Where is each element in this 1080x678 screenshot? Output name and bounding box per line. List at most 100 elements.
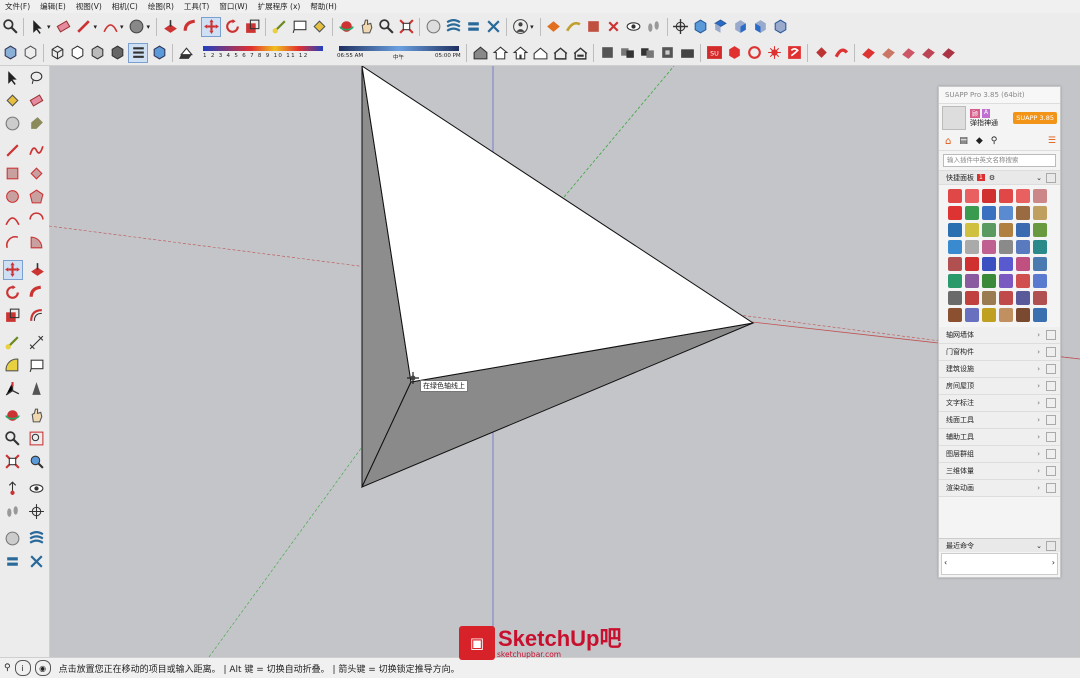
plugin-tool-icon[interactable] bbox=[965, 308, 979, 322]
paint-bucket-icon[interactable] bbox=[310, 18, 328, 36]
extension-icon[interactable] bbox=[879, 44, 897, 62]
styles-icon[interactable] bbox=[150, 44, 168, 62]
pencil-icon[interactable] bbox=[75, 18, 93, 36]
circle-icon[interactable] bbox=[3, 188, 21, 206]
extension-icon[interactable] bbox=[832, 44, 850, 62]
extension-icon[interactable] bbox=[725, 44, 743, 62]
component-icon[interactable] bbox=[658, 44, 676, 62]
view-front-icon[interactable] bbox=[732, 18, 750, 36]
list-icon[interactable]: ▤ bbox=[959, 136, 968, 146]
plugin-tool-icon[interactable] bbox=[965, 189, 979, 203]
tag-icon[interactable] bbox=[28, 115, 46, 133]
rectangle-icon[interactable] bbox=[3, 165, 21, 183]
plugin-tool-icon[interactable] bbox=[999, 189, 1013, 203]
select-arrow-icon[interactable] bbox=[28, 18, 46, 36]
plugin-tool-icon[interactable] bbox=[982, 257, 996, 271]
geo-location-icon[interactable]: ⚲ bbox=[4, 663, 11, 673]
paint-bucket-icon[interactable] bbox=[3, 92, 21, 110]
chevron-right-icon[interactable]: › bbox=[1052, 558, 1055, 567]
pan-icon[interactable] bbox=[357, 18, 375, 36]
rotated-rectangle-icon[interactable] bbox=[28, 165, 46, 183]
quick-panel-header[interactable]: 快捷面板 1 ⚙ ⌄ bbox=[939, 170, 1060, 185]
shadow-date-slider[interactable]: 1 2 3 4 5 6 7 8 9 10 11 12 bbox=[199, 42, 327, 64]
shadows-icon[interactable] bbox=[177, 44, 195, 62]
chevron-down-icon[interactable]: ⌄ bbox=[1036, 174, 1042, 182]
plugin-tool-icon[interactable] bbox=[948, 291, 962, 305]
plugin-tool-icon[interactable] bbox=[999, 291, 1013, 305]
lasso-icon[interactable] bbox=[28, 69, 46, 87]
circle-icon[interactable] bbox=[128, 18, 146, 36]
plugin-tool-icon[interactable] bbox=[1033, 189, 1047, 203]
menu-view[interactable]: 视图(V) bbox=[71, 0, 107, 13]
shaded-textures-icon[interactable] bbox=[108, 44, 126, 62]
eraser-icon[interactable] bbox=[28, 92, 46, 110]
category-render-animation[interactable]: 渲染动画 › bbox=[939, 480, 1060, 497]
paint-icon[interactable]: ◆ bbox=[976, 136, 983, 146]
plugin-tool-icon[interactable] bbox=[1033, 308, 1047, 322]
zoom-window-icon[interactable] bbox=[28, 430, 46, 448]
view-iso-icon[interactable] bbox=[692, 18, 710, 36]
plugin-tool-icon[interactable] bbox=[1033, 206, 1047, 220]
extension-icon[interactable] bbox=[859, 44, 877, 62]
category-3d-volume[interactable]: 三维体量 › bbox=[939, 463, 1060, 480]
plugin-tool-icon[interactable] bbox=[1016, 308, 1030, 322]
protractor-icon[interactable] bbox=[3, 357, 21, 375]
category-text-annotation[interactable]: 文字标注 › bbox=[939, 395, 1060, 412]
plugin-tool-icon[interactable] bbox=[948, 308, 962, 322]
info-icon[interactable]: i bbox=[14, 660, 31, 676]
push-pull-icon[interactable] bbox=[28, 261, 46, 279]
plugin-tool-icon[interactable] bbox=[1033, 274, 1047, 288]
extension-icon[interactable] bbox=[765, 44, 783, 62]
zoom-icon[interactable] bbox=[1, 18, 19, 36]
plugin-tool-icon[interactable] bbox=[982, 223, 996, 237]
plugin-tool-icon[interactable] bbox=[982, 206, 996, 220]
chevron-left-icon[interactable]: ‹ bbox=[944, 558, 947, 567]
component-icon[interactable] bbox=[638, 44, 656, 62]
external-icon[interactable] bbox=[1046, 330, 1056, 340]
footprints-icon[interactable] bbox=[3, 503, 21, 521]
plugin-tool-icon[interactable] bbox=[1016, 257, 1030, 271]
plugin-tool-icon[interactable] bbox=[948, 257, 962, 271]
plugin-tool-icon[interactable] bbox=[1016, 240, 1030, 254]
pie-icon[interactable] bbox=[28, 234, 46, 252]
menu-tools[interactable]: 工具(T) bbox=[179, 0, 214, 13]
polygon-icon[interactable] bbox=[28, 188, 46, 206]
house-icon[interactable] bbox=[571, 44, 589, 62]
chevron-down-icon[interactable]: ▾ bbox=[120, 23, 124, 31]
wireframe-icon[interactable] bbox=[48, 44, 66, 62]
plugin-tool-icon[interactable] bbox=[982, 308, 996, 322]
plugin-tool-icon[interactable] bbox=[982, 240, 996, 254]
warehouse-icon[interactable] bbox=[3, 530, 21, 548]
plugin-tool-icon[interactable] bbox=[1033, 240, 1047, 254]
plugin-tool-icon[interactable] bbox=[948, 223, 962, 237]
follow-me-icon[interactable] bbox=[28, 284, 46, 302]
external-icon[interactable] bbox=[1046, 540, 1056, 551]
plugin-tool-icon[interactable] bbox=[1033, 291, 1047, 305]
menu-help[interactable]: 帮助(H) bbox=[305, 0, 342, 13]
chevron-down-icon[interactable]: ▾ bbox=[530, 23, 534, 31]
plugin-tool-icon[interactable] bbox=[1033, 223, 1047, 237]
extension-icon[interactable] bbox=[899, 44, 917, 62]
menu-extensions[interactable]: 扩展程序 (x) bbox=[253, 0, 306, 13]
layer-icon[interactable] bbox=[3, 553, 21, 571]
plugin-tool-icon[interactable] bbox=[999, 308, 1013, 322]
rotate-icon[interactable] bbox=[223, 18, 241, 36]
view-top-icon[interactable] bbox=[712, 18, 730, 36]
back-edges-icon[interactable] bbox=[21, 44, 39, 62]
plugin-search-input[interactable]: 输入插件中英文名称搜索 bbox=[943, 154, 1056, 167]
external-icon[interactable] bbox=[1046, 415, 1056, 425]
extension-icon[interactable] bbox=[785, 44, 803, 62]
component-icon[interactable] bbox=[678, 44, 696, 62]
external-icon[interactable] bbox=[1046, 466, 1056, 476]
3d-text-icon[interactable] bbox=[28, 380, 46, 398]
category-layers-groups[interactable]: 图层群组 › bbox=[939, 446, 1060, 463]
line-icon[interactable] bbox=[3, 142, 21, 160]
plugin-tool-icon[interactable] bbox=[999, 240, 1013, 254]
plugin-tool-icon[interactable] bbox=[1016, 206, 1030, 220]
plugin-tool-icon[interactable] bbox=[1033, 257, 1047, 271]
move-icon[interactable] bbox=[2, 259, 23, 280]
shadow-time-slider[interactable]: 06:55 AM 中午 05:00 PM bbox=[337, 42, 463, 64]
plugin-tool-icon[interactable] bbox=[965, 206, 979, 220]
plugin-tool-icon[interactable] bbox=[999, 206, 1013, 220]
chevron-down-icon[interactable]: ⌄ bbox=[1036, 542, 1042, 550]
